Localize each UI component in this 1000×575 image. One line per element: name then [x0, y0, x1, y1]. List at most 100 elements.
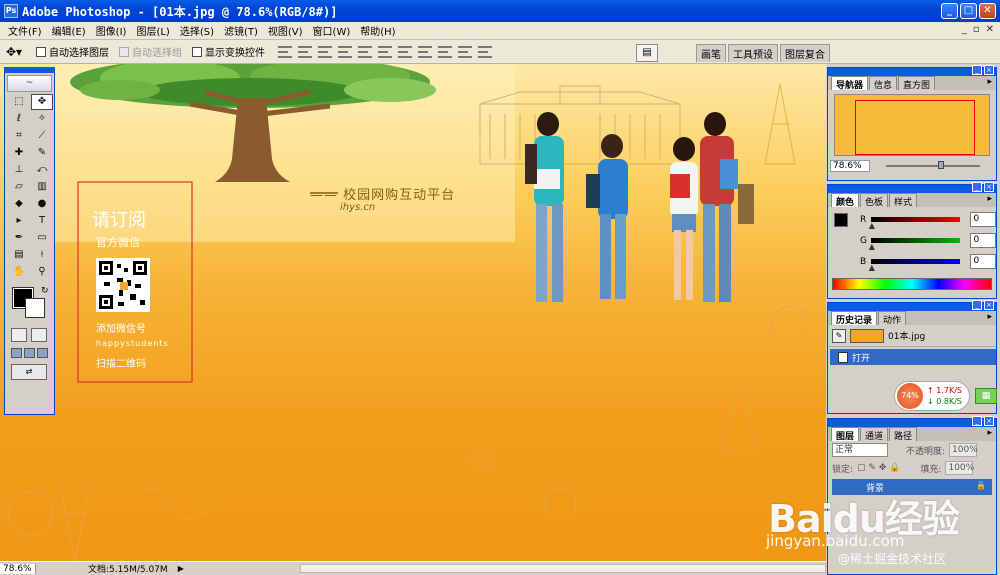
- red-value-input[interactable]: 0: [970, 212, 996, 227]
- status-menu-arrow-icon[interactable]: ▶: [178, 564, 184, 573]
- healing-brush-tool-icon[interactable]: ✚: [8, 145, 30, 161]
- brush-tool-icon[interactable]: ✎: [31, 145, 53, 161]
- blend-mode-select[interactable]: 正常: [832, 443, 888, 457]
- jump-to-imageready-icon[interactable]: ⇄: [11, 364, 47, 380]
- history-brush-tool-icon[interactable]: ⤺: [31, 162, 53, 178]
- red-slider[interactable]: ▲: [869, 217, 961, 230]
- tab-actions[interactable]: 动作: [878, 311, 907, 326]
- menu-filter[interactable]: 滤镜(T): [219, 23, 263, 38]
- horizontal-scrollbar[interactable]: [300, 564, 826, 573]
- shape-tool-icon[interactable]: ▭: [31, 230, 53, 246]
- menu-window[interactable]: 窗口(W): [308, 23, 356, 38]
- menu-view[interactable]: 视图(V): [263, 23, 308, 38]
- full-screen-icon[interactable]: [37, 348, 48, 358]
- gradient-tool-icon[interactable]: ▥: [31, 179, 53, 195]
- tab-histogram[interactable]: 直方图: [898, 76, 936, 91]
- tab-color[interactable]: 颜色: [831, 193, 860, 208]
- layers-minimize-icon[interactable]: _: [972, 416, 982, 426]
- green-slider[interactable]: ▲: [869, 238, 961, 251]
- network-speed-widget[interactable]: 74% ↑ 1.7K/S ↓ 0.8K/S: [894, 381, 970, 411]
- blue-value-input[interactable]: 0: [970, 254, 996, 269]
- dodge-tool-icon[interactable]: ●: [31, 196, 53, 212]
- move-tool-icon[interactable]: ✥▾: [6, 45, 36, 59]
- history-close-icon[interactable]: ×: [984, 300, 994, 310]
- distribute-hcenter-icon[interactable]: [478, 45, 492, 58]
- zoom-readout[interactable]: 78.6%: [0, 563, 36, 574]
- close-button[interactable]: ✕: [979, 3, 996, 19]
- navigator-zoom-field[interactable]: 78.6%: [830, 160, 870, 172]
- tab-swatches[interactable]: 色板: [860, 193, 889, 208]
- standard-screen-icon[interactable]: [11, 348, 22, 358]
- green-value-input[interactable]: 0: [970, 233, 996, 248]
- tab-history[interactable]: 历史记录: [831, 311, 878, 326]
- path-selection-tool-icon[interactable]: ▸: [8, 213, 30, 229]
- align-hcenter-icon[interactable]: [358, 45, 372, 58]
- distribute-vcenter-icon[interactable]: [418, 45, 432, 58]
- menu-file[interactable]: 文件(F): [3, 23, 47, 38]
- color-close-icon[interactable]: ×: [984, 182, 994, 192]
- lasso-tool-icon[interactable]: ℓ: [8, 111, 30, 127]
- tab-paths[interactable]: 路径: [889, 427, 918, 442]
- move-tool-button-icon[interactable]: ✥: [31, 94, 53, 110]
- hand-tool-icon[interactable]: ✋: [8, 264, 30, 280]
- tab-info[interactable]: 信息: [869, 76, 898, 91]
- document-canvas[interactable]: —— 校园网购互动平台 ihys.cn 请订阅 官方微信 添加微信号 happy…: [0, 64, 826, 561]
- align-top-icon[interactable]: [278, 45, 292, 58]
- history-snapshot[interactable]: ✎ 01本.jpg: [828, 325, 996, 347]
- tab-navigator[interactable]: 导航器: [831, 76, 869, 91]
- auto-select-layer-checkbox[interactable]: 自动选择图层: [36, 44, 109, 59]
- navigator-thumbnail[interactable]: [834, 94, 990, 156]
- layer-background[interactable]: 背景 🔒: [832, 479, 992, 495]
- eraser-tool-icon[interactable]: ▱: [8, 179, 30, 195]
- show-transform-controls-checkbox[interactable]: 显示变换控件: [192, 44, 265, 59]
- align-right-icon[interactable]: [378, 45, 392, 58]
- color-minimize-icon[interactable]: _: [972, 182, 982, 192]
- navigator-zoom-slider[interactable]: [886, 161, 980, 169]
- notes-tool-icon[interactable]: ▤: [8, 247, 30, 263]
- layers-menu-icon[interactable]: ▸: [987, 428, 992, 438]
- blur-tool-icon[interactable]: ◆: [8, 196, 30, 212]
- maximize-button[interactable]: □: [960, 3, 977, 19]
- background-color-swatch[interactable]: [25, 298, 45, 318]
- history-brush-source-icon[interactable]: ✎: [832, 328, 846, 343]
- distribute-top-icon[interactable]: [398, 45, 412, 58]
- distribute-bottom-icon[interactable]: [438, 45, 452, 58]
- clone-stamp-tool-icon[interactable]: ⊥: [8, 162, 30, 178]
- well-tab-tool-presets[interactable]: 工具预设: [728, 44, 778, 62]
- zoom-tool-icon[interactable]: ⚲: [31, 264, 53, 280]
- menu-layer[interactable]: 图层(L): [131, 23, 174, 38]
- align-vcenter-icon[interactable]: [298, 45, 312, 58]
- history-menu-icon[interactable]: ▸: [987, 312, 992, 322]
- navigator-minimize-icon[interactable]: _: [972, 65, 982, 75]
- pen-tool-icon[interactable]: ✒: [8, 230, 30, 246]
- align-bottom-icon[interactable]: [318, 45, 332, 58]
- menu-help[interactable]: 帮助(H): [355, 23, 400, 38]
- eyedropper-tool-icon[interactable]: ⟊: [31, 247, 53, 263]
- tab-channels[interactable]: 通道: [860, 427, 889, 442]
- navigator-view-box[interactable]: [855, 100, 975, 155]
- distribute-left-icon[interactable]: [458, 45, 472, 58]
- doc-minimize-button[interactable]: _: [962, 24, 967, 35]
- well-tab-brushes[interactable]: 画笔: [696, 44, 726, 62]
- full-screen-menu-icon[interactable]: [24, 348, 35, 358]
- magic-wand-tool-icon[interactable]: ✧: [31, 111, 53, 127]
- menu-select[interactable]: 选择(S): [175, 23, 219, 38]
- menu-image[interactable]: 图像(I): [91, 23, 132, 38]
- navigator-menu-icon[interactable]: ▸: [987, 77, 992, 87]
- layers-close-icon[interactable]: ×: [984, 416, 994, 426]
- well-tab-layer-comps[interactable]: 图层复合: [780, 44, 830, 62]
- opacity-input[interactable]: 100%: [949, 443, 978, 457]
- tab-layers[interactable]: 图层: [831, 427, 860, 442]
- type-tool-icon[interactable]: T: [31, 213, 53, 229]
- menu-edit[interactable]: 编辑(E): [47, 23, 91, 38]
- history-minimize-icon[interactable]: _: [972, 300, 982, 310]
- swap-colors-icon[interactable]: ↻: [41, 286, 49, 296]
- doc-restore-button[interactable]: ▫: [973, 24, 980, 35]
- minimize-button[interactable]: _: [941, 3, 958, 19]
- crop-tool-icon[interactable]: ⌗: [8, 128, 30, 144]
- photoshop-feather-logo[interactable]: ~: [7, 75, 52, 92]
- file-browser-icon[interactable]: ▤: [636, 44, 658, 62]
- align-left-icon[interactable]: [338, 45, 352, 58]
- standard-mode-icon[interactable]: [11, 328, 27, 342]
- lock-options-icon[interactable]: ▢ ✎ ✥ 🔒: [857, 463, 900, 473]
